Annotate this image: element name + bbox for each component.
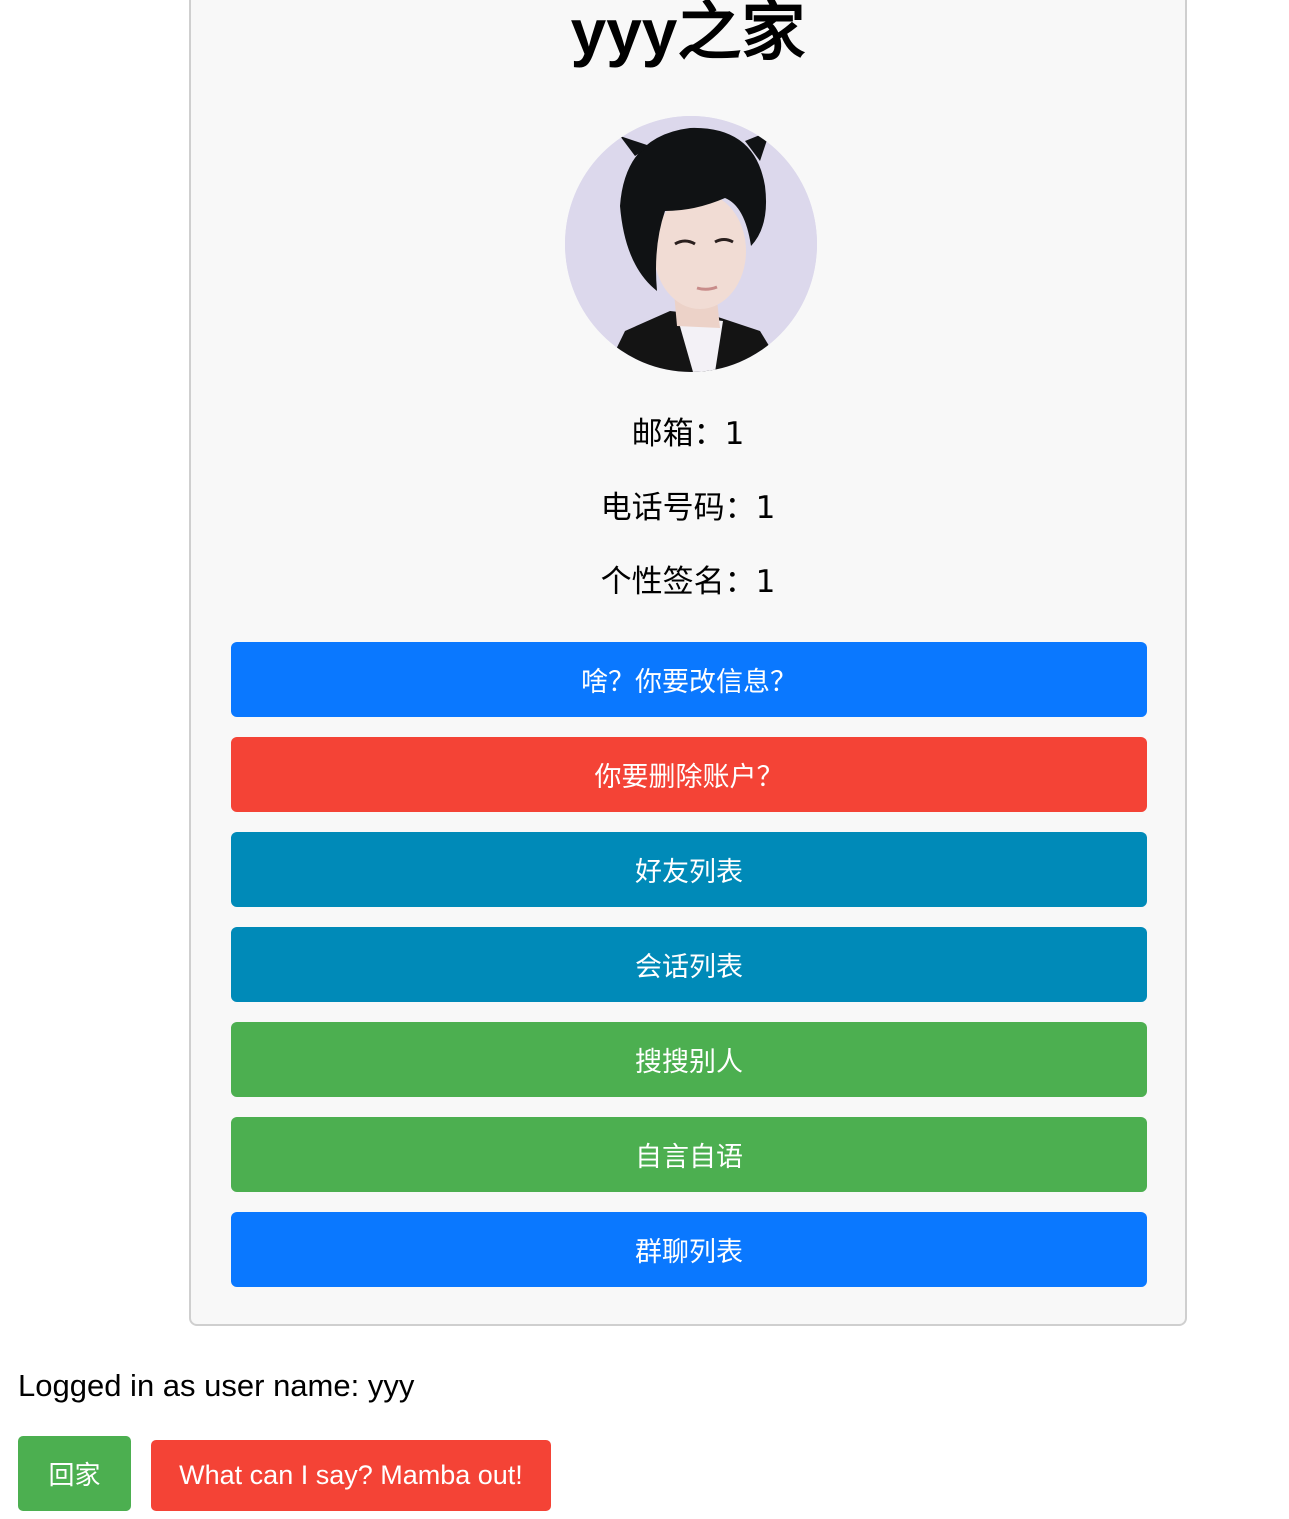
- self-talk-button[interactable]: 自言自语: [231, 1117, 1147, 1192]
- group-chat-list-button[interactable]: 群聊列表: [231, 1212, 1147, 1287]
- profile-card: yyy之家 邮箱：1 电话号码：1 个性签名：1 啥？你要改信息？ 你要删除账户…: [189, 0, 1187, 1326]
- friend-list-button[interactable]: 好友列表: [231, 832, 1147, 907]
- avatar: [565, 116, 817, 372]
- delete-account-button[interactable]: 你要删除账户？: [231, 737, 1147, 812]
- logout-button[interactable]: What can I say? Mamba out!: [151, 1440, 551, 1511]
- login-status: Logged in as user name: yyy: [18, 1368, 415, 1403]
- edit-info-button[interactable]: 啥？你要改信息？: [231, 642, 1147, 717]
- search-users-button[interactable]: 搜搜别人: [231, 1022, 1147, 1097]
- home-button[interactable]: 回家: [18, 1436, 131, 1511]
- avatar-portrait-icon: [565, 116, 817, 372]
- phone-info: 电话号码：1: [600, 490, 776, 526]
- conversation-list-button[interactable]: 会话列表: [231, 927, 1147, 1002]
- signature-info: 个性签名：1: [600, 564, 776, 600]
- email-info: 邮箱：1: [631, 416, 745, 452]
- page-title: yyy之家: [570, 0, 806, 68]
